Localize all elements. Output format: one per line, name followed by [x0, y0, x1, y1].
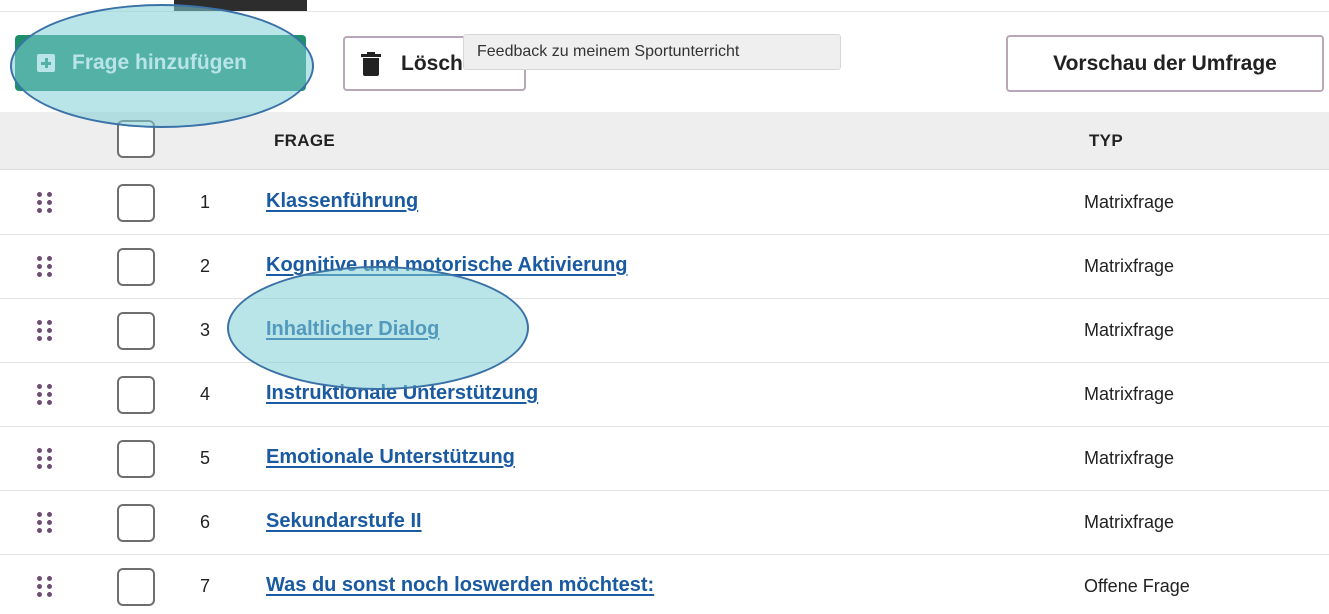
question-type: Matrixfrage [1084, 512, 1175, 532]
top-divider [0, 11, 1329, 12]
row-number: 5 [200, 448, 211, 468]
preview-survey-button[interactable]: Vorschau der Umfrage [1006, 35, 1324, 92]
row-number: 3 [200, 320, 211, 340]
question-link[interactable]: Emotionale Unterstützung [266, 446, 515, 469]
preview-label: Vorschau der Umfrage [1053, 51, 1277, 75]
question-type: Matrixfrage [1084, 448, 1175, 468]
row-checkbox[interactable] [117, 248, 155, 286]
table-row: 2 Kognitive und motorische Aktivierung Mat… [0, 235, 1329, 299]
row-checkbox[interactable] [117, 312, 155, 350]
add-question-label: Frage hinzufügen [72, 51, 247, 74]
row-checkbox[interactable] [117, 504, 155, 542]
row-checkbox[interactable] [117, 184, 155, 222]
row-number: 2 [200, 256, 211, 276]
question-type: Matrixfrage [1084, 320, 1175, 340]
trash-icon [361, 51, 381, 76]
column-header-question: FRAGE [274, 131, 335, 150]
table-header: FRAGE TYP [0, 112, 1329, 170]
column-header-type: TYP [1089, 131, 1123, 150]
question-type: Offene Frage [1084, 576, 1190, 596]
drag-handle-icon[interactable] [37, 576, 59, 598]
table-row: 4 Instruktionale Unterstützung Matrixfrage [0, 363, 1329, 427]
drag-handle-icon[interactable] [37, 256, 59, 278]
drag-handle-icon[interactable] [37, 448, 59, 470]
row-number: 1 [200, 192, 211, 212]
table-row: 3 Inhaltlicher Dialog Matrixfrage [0, 299, 1329, 363]
question-type: Matrixfrage [1084, 192, 1175, 212]
select-all-checkbox[interactable] [117, 120, 155, 158]
question-link[interactable]: Klassenführung [266, 190, 418, 213]
question-link[interactable]: Was du sonst noch loswerden möchtest: [266, 574, 654, 597]
survey-title-tooltip: Feedback zu meinem Sportunterricht [463, 34, 841, 70]
drag-handle-icon[interactable] [37, 512, 59, 534]
add-question-button[interactable]: Frage hinzufügen [15, 35, 306, 91]
row-checkbox[interactable] [117, 440, 155, 478]
table-row: 6 Sekundarstufe II Matrixfrage [0, 491, 1329, 555]
drag-handle-icon[interactable] [37, 320, 59, 342]
question-type: Matrixfrage [1084, 256, 1175, 276]
row-number: 7 [200, 576, 211, 596]
table-row: 1 Klassenführung Matrixfrage [0, 171, 1329, 235]
question-link[interactable]: Instruktionale Unterstützung [266, 382, 538, 405]
question-link[interactable]: Sekundarstufe II [266, 510, 422, 533]
drag-handle-icon[interactable] [37, 384, 59, 406]
drag-handle-icon[interactable] [37, 192, 59, 214]
question-link[interactable]: Inhaltlicher Dialog [266, 318, 439, 341]
active-tab-indicator [174, 0, 307, 11]
question-link[interactable]: Kognitive und motorische Aktivierung [266, 254, 628, 277]
table-row: 5 Emotionale Unterstützung Matrixfrage [0, 427, 1329, 491]
question-type: Matrixfrage [1084, 384, 1175, 404]
row-number: 4 [200, 384, 211, 404]
row-checkbox[interactable] [117, 376, 155, 414]
row-number: 6 [200, 512, 211, 532]
table-row: 7 Was du sonst noch loswerden möchtest: Of… [0, 555, 1329, 614]
row-checkbox[interactable] [117, 568, 155, 606]
plus-square-icon [37, 54, 55, 72]
